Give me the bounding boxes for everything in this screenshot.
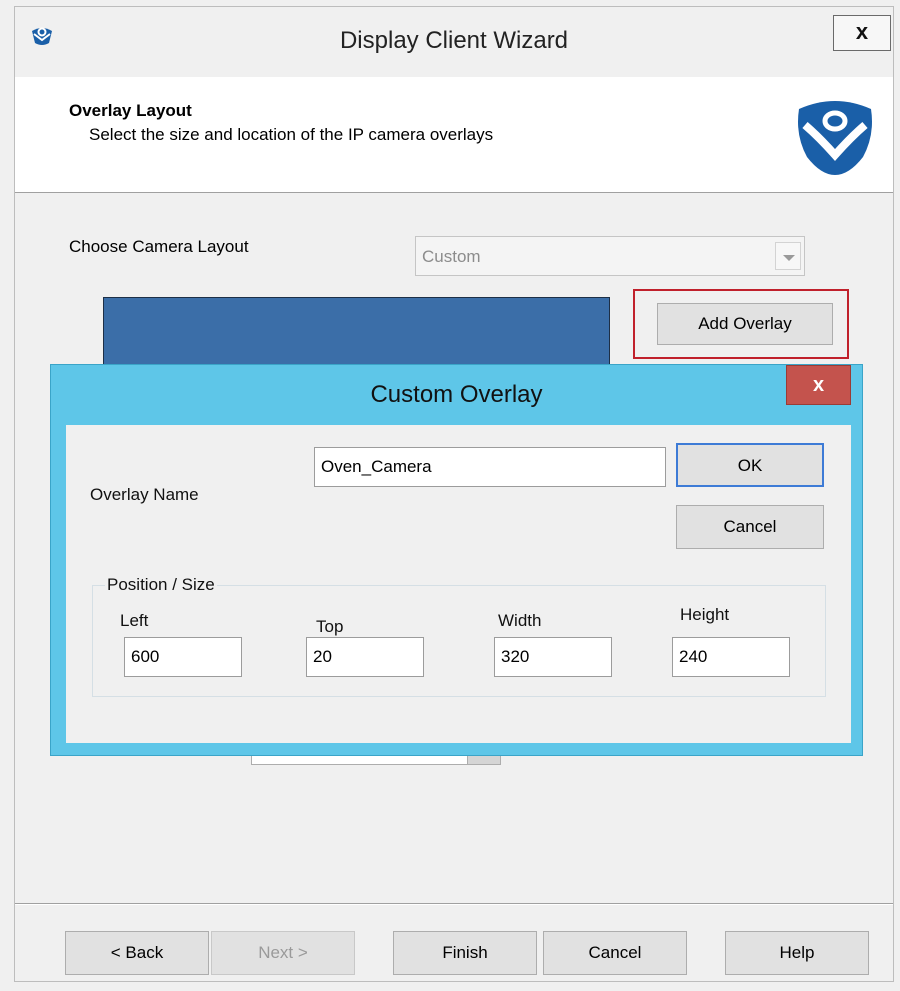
camera-layout-label: Choose Camera Layout [69, 237, 249, 256]
ok-button[interactable]: OK [676, 443, 824, 487]
dialog-cancel-button[interactable]: Cancel [676, 505, 824, 549]
chevron-down-icon[interactable] [775, 242, 801, 270]
next-button[interactable]: Next > [211, 931, 355, 975]
wizard-header: Overlay Layout Select the size and locat… [15, 77, 893, 193]
camera-layout-value: Custom [422, 247, 481, 266]
custom-overlay-dialog: Custom Overlay x Overlay Name OK Cancel … [50, 364, 863, 756]
position-size-legend: Position / Size [105, 575, 217, 595]
overlay-preview-area[interactable] [103, 297, 610, 367]
wizard-titlebar[interactable]: Display Client Wizard x [15, 7, 893, 73]
left-input[interactable] [124, 637, 242, 677]
camera-layout-select[interactable]: Custom [415, 236, 805, 276]
wizard-close-button[interactable]: x [833, 15, 891, 51]
footer-separator [15, 903, 893, 905]
overlay-name-label: Overlay Name [90, 485, 199, 504]
add-overlay-button[interactable]: Add Overlay [657, 303, 833, 345]
left-label: Left [120, 611, 149, 630]
wizard-title: Display Client Wizard [339, 27, 569, 54]
page-subtitle: Select the size and location of the IP c… [89, 125, 494, 144]
finish-button[interactable]: Finish [393, 931, 537, 975]
thinmanager-logo-icon [798, 101, 872, 175]
width-label: Width [498, 611, 542, 630]
dialog-body: Overlay Name OK Cancel Position / Size L… [66, 425, 851, 743]
help-button[interactable]: Help [725, 931, 869, 975]
top-label: Top [316, 617, 344, 636]
overlay-name-input[interactable] [314, 447, 666, 487]
top-input[interactable] [306, 637, 424, 677]
back-button[interactable]: < Back [65, 931, 209, 975]
page-title: Overlay Layout [69, 101, 192, 120]
height-label: Height [680, 605, 730, 624]
height-input[interactable] [672, 637, 790, 677]
wizard-cancel-button[interactable]: Cancel [543, 931, 687, 975]
dialog-close-button[interactable]: x [786, 365, 851, 405]
width-input[interactable] [494, 637, 612, 677]
dialog-title: Custom Overlay [370, 381, 543, 408]
